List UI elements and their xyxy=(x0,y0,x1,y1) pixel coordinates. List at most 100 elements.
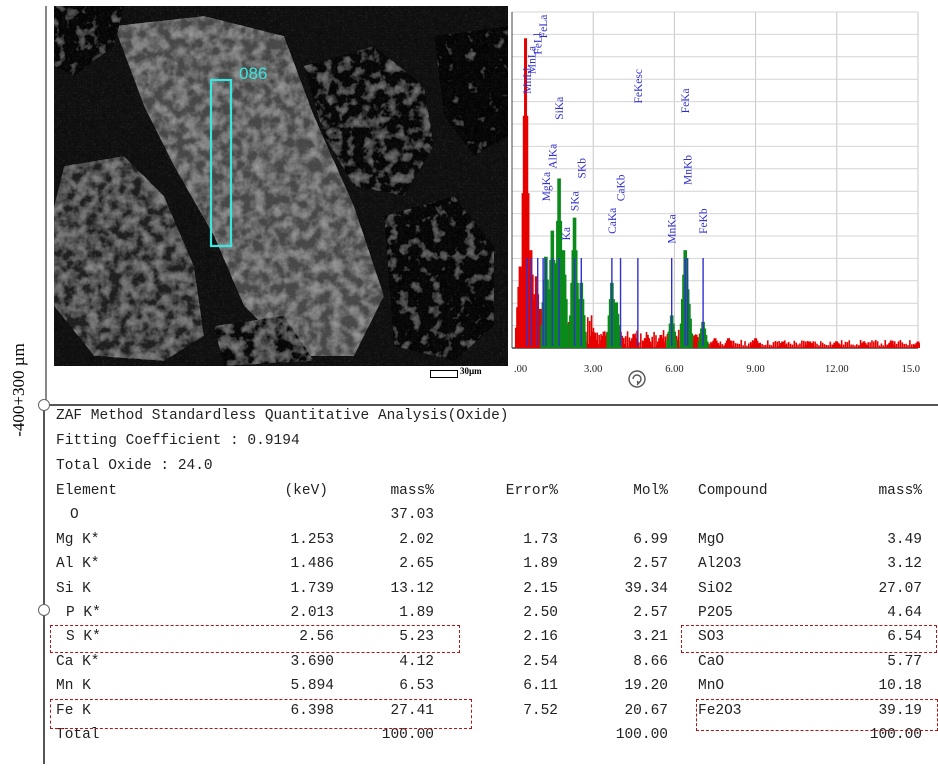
x-tick-label: 6.00 xyxy=(665,364,683,375)
noise-bar xyxy=(899,340,902,348)
noise-bar xyxy=(882,345,885,348)
noise-bar xyxy=(909,340,911,348)
cell-compound: CaO xyxy=(698,653,725,670)
highlight-box xyxy=(50,698,472,729)
noise-bar xyxy=(746,345,748,348)
frame-left xyxy=(43,404,45,764)
cell-mol: 19.20 xyxy=(624,678,668,695)
cell-element: O xyxy=(70,507,79,524)
x-tick-label: .00 xyxy=(514,364,527,375)
noise-bar xyxy=(871,340,873,348)
cell-compound: MnO xyxy=(698,678,725,695)
cell-error: 2.50 xyxy=(523,605,558,621)
red-peak-bar xyxy=(866,346,870,348)
scale-bar: 30µm xyxy=(428,366,506,380)
drag-handle-icon[interactable] xyxy=(626,368,648,390)
noise-bar xyxy=(742,345,744,348)
cell-error: 1.89 xyxy=(523,556,558,573)
noise-bar xyxy=(801,340,803,348)
noise-bar xyxy=(907,345,909,348)
noise-bar xyxy=(854,345,856,348)
peak-label: SKb xyxy=(576,158,588,179)
col-header-kev: (keV) xyxy=(284,483,328,499)
cell-mol: 39.34 xyxy=(624,580,668,597)
noise-bar xyxy=(802,340,805,348)
cell-mol: 2.57 xyxy=(633,605,668,621)
x-tick-label: 9.00 xyxy=(746,364,764,375)
red-peak-bar xyxy=(622,343,626,348)
frame-left-top xyxy=(45,6,47,404)
noise-bar xyxy=(878,345,881,348)
cell-mass: 2.65 xyxy=(399,556,434,573)
x-tick-label: 12.00 xyxy=(825,364,849,375)
peak-label: FeKa xyxy=(680,88,692,113)
cell-compound-mass: 3.49 xyxy=(887,531,922,548)
frame-pin-icon[interactable] xyxy=(38,399,50,411)
scale-bar-rect xyxy=(430,370,458,378)
cell-element: P K* xyxy=(66,605,101,621)
peak-label: MnKb xyxy=(683,155,695,185)
cell-mol: 2.57 xyxy=(633,556,668,573)
cell-kev: 3.690 xyxy=(290,653,334,670)
noise-bar xyxy=(768,344,771,348)
noise-bar xyxy=(856,344,858,348)
peak-label: AlKa xyxy=(547,144,559,169)
report-title: ZAF Method Standardless Quantitative Ana… xyxy=(56,408,509,424)
noise-bar xyxy=(846,342,849,348)
total-oxide: Total Oxide : 24.0 xyxy=(56,458,213,474)
cell-mol: 8.66 xyxy=(633,653,668,670)
noise-bar xyxy=(789,343,792,348)
noise-bar xyxy=(799,343,801,348)
red-peak-bar xyxy=(784,346,788,348)
noise-bar xyxy=(827,345,830,348)
col-header-element: Element xyxy=(56,483,117,499)
noise-bar xyxy=(761,343,763,348)
red-peak-bar xyxy=(811,346,815,348)
noise-bar xyxy=(874,339,877,348)
peak-label: FeLa xyxy=(538,15,550,39)
cell-mass: 2.02 xyxy=(399,531,434,548)
col-header-mass: mass% xyxy=(390,483,434,499)
noise-bar xyxy=(734,343,737,348)
cell-compound: MgO xyxy=(698,531,725,548)
noise-bar xyxy=(823,344,826,348)
cell-kev: 1.739 xyxy=(290,580,334,597)
noise-bar xyxy=(903,343,905,348)
noise-bar xyxy=(744,341,746,348)
noise-bar xyxy=(795,342,797,348)
col-header-mol: Mol% xyxy=(633,483,668,499)
noise-bar xyxy=(876,341,879,348)
noise-bar xyxy=(766,340,769,348)
cell-element: Al K* xyxy=(56,556,100,573)
sem-micrograph: 086 xyxy=(54,6,508,366)
scale-bar-label: 30µm xyxy=(460,366,482,376)
cell-mass: 6.53 xyxy=(399,678,434,695)
cell-mass: 37.03 xyxy=(390,507,434,524)
roi-label: 086 xyxy=(239,64,267,83)
col-header-compound-mass: mass% xyxy=(878,483,922,499)
noise-bar xyxy=(844,341,847,348)
cell-mass: 4.12 xyxy=(399,653,434,670)
peak-label: FeKb xyxy=(698,208,710,234)
noise-bar xyxy=(791,344,794,348)
noise-bar xyxy=(793,340,796,348)
green-peak-bar xyxy=(583,331,587,348)
cell-kev: 1.486 xyxy=(290,556,334,573)
cell-compound-mass: 27.07 xyxy=(878,580,922,597)
col-header-error: Error% xyxy=(505,483,558,499)
cell-element: Mg K* xyxy=(56,531,100,548)
peak-label: CaKb xyxy=(616,174,628,201)
sample-size-label: -400+300 µm xyxy=(4,320,34,460)
red-peak-bar xyxy=(663,344,667,348)
cell-element: Si K xyxy=(56,580,91,597)
peak-label: CaKa xyxy=(607,208,619,234)
x-tick-label: 15.0 xyxy=(902,364,920,375)
noise-bar xyxy=(905,343,907,348)
red-peak-bar xyxy=(838,346,842,348)
noise-bar xyxy=(820,341,822,348)
noise-bar xyxy=(842,344,845,348)
frame-pin-icon[interactable] xyxy=(38,604,50,616)
red-peak-bar xyxy=(893,346,897,348)
cell-kev: 5.894 xyxy=(290,678,334,695)
noise-bar xyxy=(816,343,818,348)
